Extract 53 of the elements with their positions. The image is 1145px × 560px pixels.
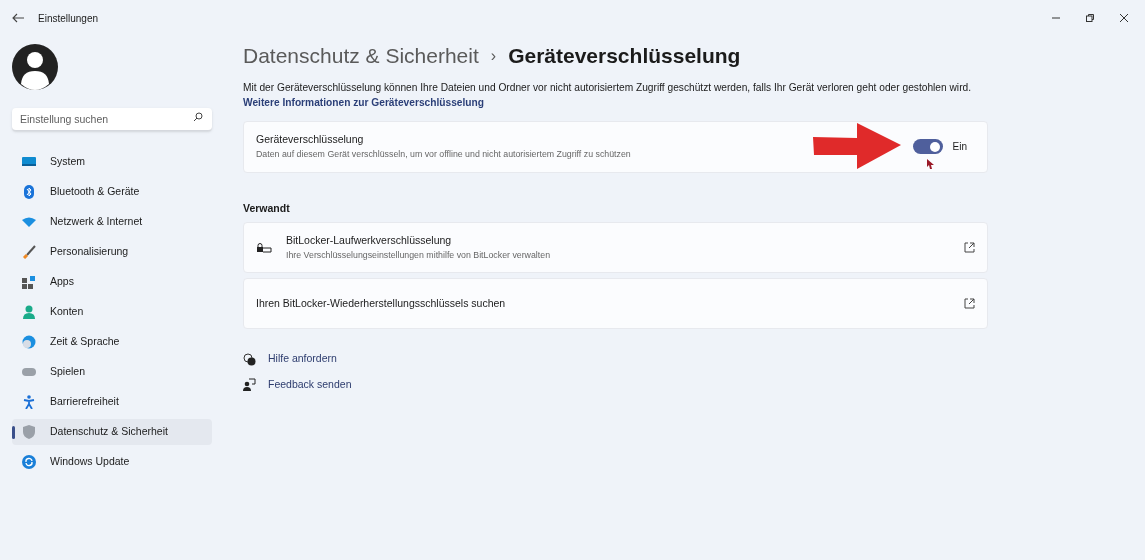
sidebar-item[interactable]: Personalisierung	[12, 239, 212, 265]
close-icon[interactable]	[1119, 13, 1129, 23]
sidebar-item[interactable]: Netzwerk & Internet	[12, 209, 212, 235]
setting-title: Geräteverschlüsselung	[256, 132, 365, 148]
external-link-icon	[964, 242, 975, 254]
lock-drive-icon	[256, 242, 272, 253]
avatar-icon	[12, 44, 58, 90]
external-link-icon	[964, 298, 975, 310]
related-subtitle: Ihre Verschlüsselungseinstellungen mithilfe von BitLocker verwalten	[286, 249, 552, 263]
description-text: Mit der Geräteverschlüsselung können Ihre Dateien und Ordner vor nicht autorisiertem Zugriff geschützt werden, falls Ihr Gerät verloren geht oder gestohlen wird.	[243, 81, 973, 95]
monitor-icon	[22, 156, 36, 168]
person-icon	[23, 305, 35, 319]
info-link[interactable]: Weitere Informationen zur Geräteverschlüsselung	[243, 95, 484, 111]
sidebar-item[interactable]: Konten	[12, 299, 212, 325]
back-arrow-icon[interactable]	[12, 13, 24, 23]
related-link-card[interactable]: BitLocker-Laufwerkverschlüsselung Ihre Verschlüsselungseinstellungen mithilfe von BitLocker verwalten	[243, 222, 988, 274]
help-link[interactable]: Hilfe anfordern	[268, 351, 337, 368]
toggle-state-label: Ein	[952, 140, 967, 155]
sidebar-item[interactable]: Datenschutz & Sicherheit	[12, 419, 212, 445]
pointer-arrow-icon	[812, 122, 901, 171]
setting-subtitle: Daten auf diesem Gerät verschlüsseln, um vor offline und nicht autorisiertem Zugriff zu schützen	[256, 147, 632, 161]
bluetooth-icon	[24, 185, 34, 199]
related-heading: Verwandt	[243, 200, 290, 216]
gamepad-icon	[22, 367, 36, 377]
related-link-card[interactable]: Ihren BitLocker-Wiederherstellungsschlüssels suchen	[243, 278, 988, 330]
breadcrumb-separator: ›	[490, 46, 497, 66]
accessibility-icon	[23, 395, 35, 409]
search-field[interactable]: Einstellung suchen	[12, 108, 212, 131]
sidebar-item[interactable]: Apps	[12, 269, 212, 295]
page-title: Geräteverschlüsselung	[508, 43, 741, 70]
related-title: Ihren BitLocker-Wiederherstellungsschlüssels suchen	[256, 295, 507, 311]
shield-icon	[23, 425, 35, 439]
clock-globe-icon	[22, 335, 36, 349]
sidebar-item[interactable]: Windows Update	[12, 449, 212, 475]
wifi-icon	[22, 217, 36, 227]
related-title: BitLocker-Laufwerkverschlüsselung	[286, 233, 453, 249]
sidebar-item[interactable]: System	[12, 149, 212, 175]
search-icon	[193, 112, 203, 122]
help-chat-icon	[243, 352, 256, 366]
breadcrumb-parent[interactable]: Datenschutz & Sicherheit	[243, 40, 479, 72]
sidebar-item[interactable]: Zeit & Sprache	[12, 329, 212, 355]
brush-icon	[22, 245, 36, 259]
sidebar-item[interactable]: Barrierefreiheit	[12, 389, 212, 415]
restore-icon[interactable]	[1085, 13, 1095, 23]
mouse-cursor-icon	[926, 159, 934, 170]
sync-icon	[22, 455, 36, 469]
apps-icon	[22, 275, 36, 289]
window-title: Einstellungen	[38, 11, 99, 26]
sidebar-item[interactable]: Bluetooth & Geräte	[12, 179, 212, 205]
help-link[interactable]: Feedback senden	[268, 377, 352, 393]
toggle-switch[interactable]	[912, 139, 943, 155]
feedback-icon	[243, 378, 256, 392]
sidebar-item[interactable]: Spielen	[12, 359, 212, 385]
